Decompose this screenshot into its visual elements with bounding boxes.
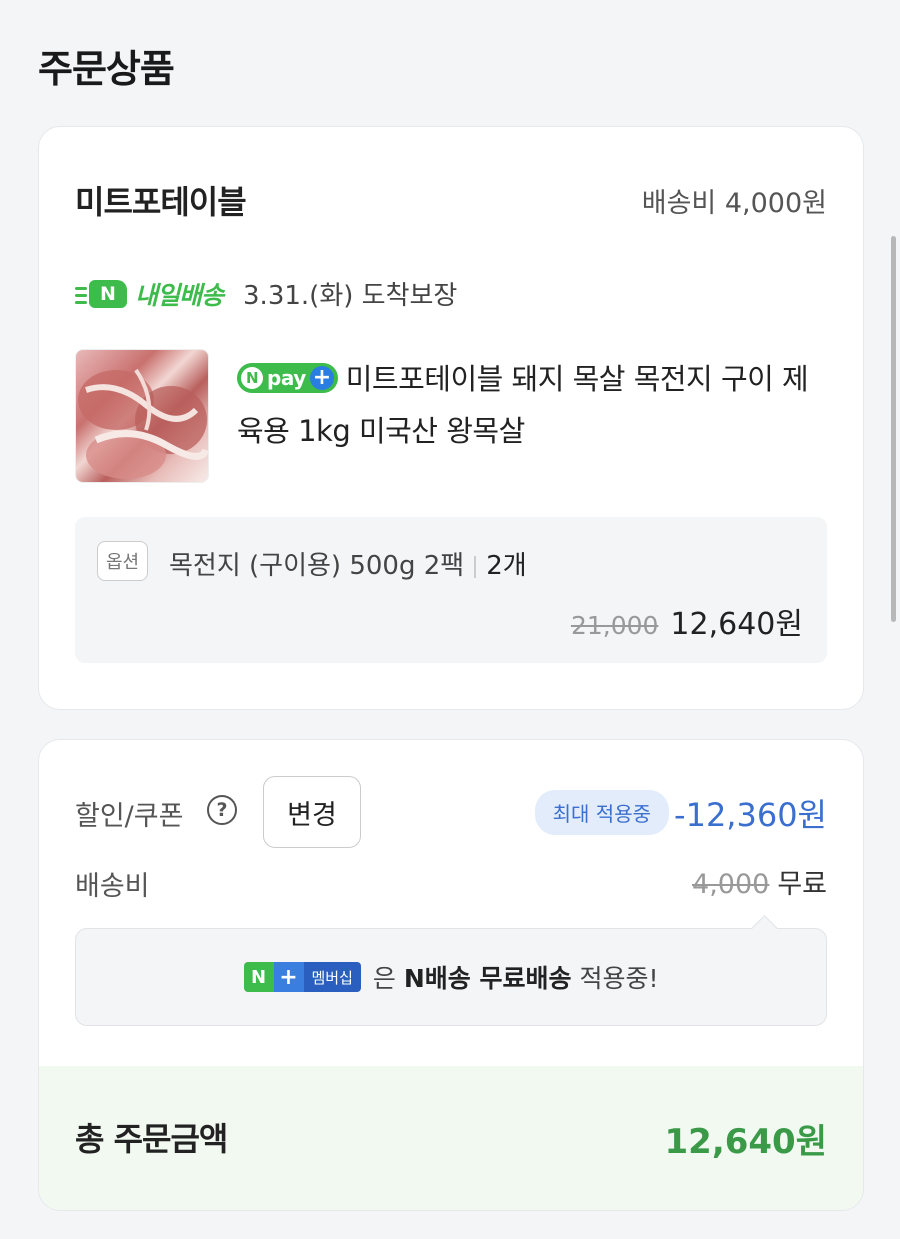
delivery-info: N 내일배송 3.31.(화) 도착보장 [75, 275, 457, 312]
payment-summary-card: 할인/쿠폰 ? 변경 최대 적용중 -12,360원 배송비 4,000 무료 … [38, 739, 864, 1211]
total-amount: 12,640원 [664, 1122, 827, 1162]
change-coupon-button[interactable]: 변경 [263, 776, 361, 848]
shipping-values: 4,000 무료 [692, 862, 827, 901]
option-quantity: 2개 [486, 551, 527, 581]
option-box: 옵션 목전지 (구이용) 500g 2팩 2개 21,000 12,640원 [75, 517, 827, 663]
option-text: 목전지 (구이용) 500g 2팩 2개 [169, 545, 527, 582]
final-price: 12,640원 [670, 607, 803, 642]
shipping-fee: 배송비 4,000원 [641, 188, 827, 219]
product-name[interactable]: Npay + 미트포테이블 돼지 목살 목전지 구이 제육용 1kg 미국산 왕목… [237, 353, 831, 457]
section-title: 주문상품 [38, 47, 175, 91]
shipping-label: 배송비 [75, 871, 150, 902]
naver-plus-membership-logo: N + 멤버십 [243, 962, 361, 992]
membership-notice: N + 멤버십 은 N배송 무료배송 적용중! [75, 928, 827, 1026]
delivery-truck-icon: N [75, 279, 133, 309]
total-label: 총 주문금액 [75, 1120, 228, 1158]
npay-plus-badge: Npay + [237, 363, 338, 393]
shipping-free: 무료 [777, 869, 827, 900]
help-icon[interactable]: ? [207, 795, 237, 825]
option-name: 목전지 (구이용) 500g 2팩 [169, 551, 465, 581]
max-applied-badge: 최대 적용중 [534, 790, 669, 835]
product-image [78, 368, 208, 479]
option-tag: 옵션 [97, 541, 149, 581]
scrollbar[interactable] [891, 236, 896, 622]
order-item-card: 미트포테이블 배송비 4,000원 N 내일배송 3.31.(화) 도착보장 N… [38, 126, 864, 710]
price-row: 21,000 12,640원 [571, 599, 803, 643]
product-thumbnail[interactable] [75, 349, 209, 483]
total-bar: 총 주문금액 12,640원 [39, 1066, 863, 1210]
store-name[interactable]: 미트포테이블 [75, 177, 247, 223]
discount-label: 할인/쿠폰 [75, 801, 184, 832]
delivery-label: 내일배송 [135, 280, 224, 310]
discount-amount: -12,360원 [674, 796, 827, 834]
original-price: 21,000 [570, 611, 659, 640]
membership-text: 은 N배송 무료배송 적용중! [372, 964, 659, 993]
shipping-original: 4,000 [692, 869, 770, 900]
delivery-date: 3.31.(화) 도착보장 [243, 281, 458, 311]
option-divider [474, 555, 477, 578]
